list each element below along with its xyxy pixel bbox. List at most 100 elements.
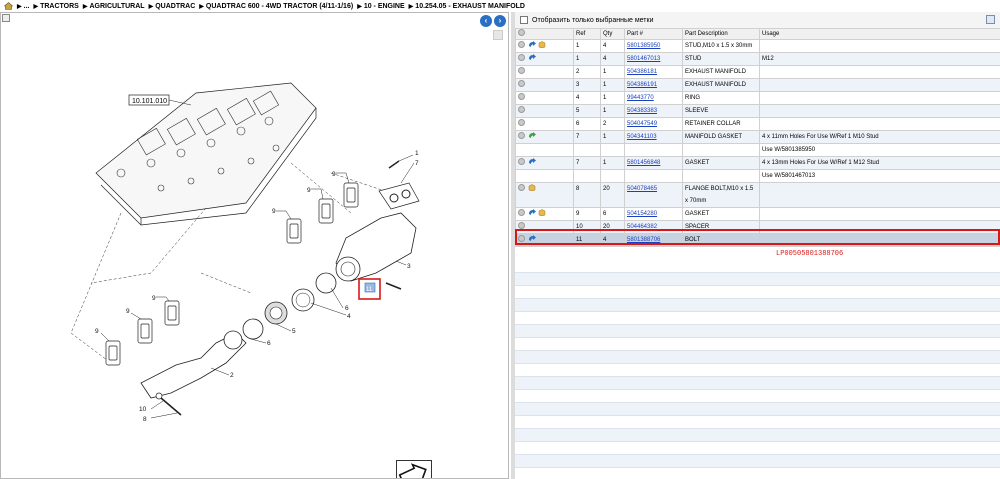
callout-9e[interactable]: 9 xyxy=(126,308,130,315)
part-number-link[interactable]: 5801385950 xyxy=(627,43,660,49)
table-row[interactable]: 10 20 504464382 SPACER xyxy=(515,220,1000,234)
part-number-link[interactable]: 504154280 xyxy=(627,211,657,217)
callout-2[interactable]: 2 xyxy=(230,372,234,379)
select-all-icon[interactable] xyxy=(518,29,525,36)
select-row-icon[interactable] xyxy=(518,209,525,216)
callout-9c[interactable]: 9 xyxy=(272,208,276,215)
row-part-number[interactable]: 504386181 xyxy=(624,65,683,79)
callout-9f[interactable]: 9 xyxy=(95,328,99,335)
breadcrumb-item-model[interactable]: ▶ QUADTRAC 600 - 4WD TRACTOR (4/11-1/16) xyxy=(199,3,353,10)
select-row-icon[interactable] xyxy=(518,41,525,48)
part-number-link[interactable]: 99443770 xyxy=(627,95,654,101)
callout-8[interactable]: 8 xyxy=(143,416,147,423)
header-part-description[interactable]: Part Description xyxy=(682,28,760,40)
callout-10[interactable]: 10 xyxy=(139,406,147,413)
callout-7[interactable]: 7 xyxy=(415,160,419,167)
kit-box-icon[interactable] xyxy=(528,184,536,191)
row-part-number[interactable] xyxy=(624,143,683,157)
show-selected-only-checkbox[interactable] xyxy=(520,16,528,24)
header-part-number[interactable]: Part # xyxy=(624,28,683,40)
table-row[interactable]: Use W/5801385950 xyxy=(515,143,1000,157)
breadcrumb-item-quadtrac[interactable]: ▶ QUADTRAC xyxy=(149,3,196,10)
callout-4[interactable]: 4 xyxy=(347,313,351,320)
table-row[interactable]: 2 1 504386181 EXHAUST MANIFOLD xyxy=(515,65,1000,79)
callout-11[interactable]: 11 xyxy=(366,287,373,293)
table-row[interactable]: 8 20 504078465 FLANGE BOLT,M10 x 1.5 x 70mm xyxy=(515,182,1000,208)
part-number-link[interactable]: 504341103 xyxy=(627,134,657,140)
callout-5[interactable]: 5 xyxy=(292,328,296,335)
callout-1[interactable]: 1 xyxy=(415,150,419,157)
kit-box-icon[interactable] xyxy=(538,209,546,216)
part-number-link[interactable]: 504078465 xyxy=(627,186,657,192)
part-number-link[interactable]: 504464382 xyxy=(627,224,657,230)
row-part-number[interactable]: 504047549 xyxy=(624,117,683,131)
select-row-icon[interactable] xyxy=(518,80,525,87)
select-row-icon[interactable] xyxy=(518,235,525,242)
table-row[interactable]: 5 1 504383383 SLEEVE xyxy=(515,104,1000,118)
callout-6a[interactable]: 6 xyxy=(345,305,349,312)
part-number-link[interactable]: 504383383 xyxy=(627,108,657,114)
replacement-arrow-icon[interactable] xyxy=(528,158,536,165)
row-part-number[interactable]: 99443770 xyxy=(624,91,683,105)
callout-9b[interactable]: 9 xyxy=(307,187,311,194)
replacement-arrow-icon[interactable] xyxy=(528,54,536,61)
new-part-arrow-icon[interactable] xyxy=(528,132,536,139)
part-number-link[interactable]: 5801388706 xyxy=(627,237,660,243)
select-row-icon[interactable] xyxy=(518,222,525,229)
row-part-number[interactable]: 5801388706 xyxy=(624,233,683,247)
table-row[interactable]: 7 1 5801456848 GASKET 4 x 13mm Holes For Use… xyxy=(515,156,1000,170)
callout-6b[interactable]: 6 xyxy=(267,340,271,347)
table-row[interactable]: 9 6 504154280 GASKET xyxy=(515,207,1000,221)
replacement-arrow-icon[interactable] xyxy=(528,235,536,242)
breadcrumb-item-engine[interactable]: ▶ 10 - ENGINE xyxy=(357,3,404,10)
callout-9d[interactable]: 9 xyxy=(152,295,156,302)
table-row[interactable]: 3 1 504386191 EXHAUST MANIFOLD xyxy=(515,78,1000,92)
table-row[interactable]: 1 4 5801467013 STUD M12 xyxy=(515,52,1000,66)
row-part-number[interactable]: 504464382 xyxy=(624,220,683,234)
select-row-icon[interactable] xyxy=(518,54,525,61)
callout-3[interactable]: 3 xyxy=(407,263,411,270)
table-row[interactable]: 4 1 99443770 RING xyxy=(515,91,1000,105)
row-part-number[interactable] xyxy=(624,169,683,183)
select-row-icon[interactable] xyxy=(518,158,525,165)
part-number-link[interactable]: 504386181 xyxy=(627,69,657,75)
part-number-link[interactable]: 5801467013 xyxy=(627,56,660,62)
row-part-number[interactable]: 504341103 xyxy=(624,130,683,144)
row-part-number[interactable]: 504383383 xyxy=(624,104,683,118)
table-row[interactable]: 6 2 504047549 RETAINER COLLAR xyxy=(515,117,1000,131)
callout-9a[interactable]: 9 xyxy=(332,171,336,178)
select-row-icon[interactable] xyxy=(518,132,525,139)
row-ref: 7 xyxy=(573,156,601,170)
select-row-icon[interactable] xyxy=(518,106,525,113)
part-number-link[interactable]: 504047549 xyxy=(627,121,657,127)
row-part-number[interactable]: 5801385950 xyxy=(624,39,683,53)
part-number-link[interactable]: 504386191 xyxy=(627,82,657,88)
table-row[interactable]: 7 1 504341103 MANIFOLD GASKET 4 x 11mm Holes… xyxy=(515,130,1000,144)
kit-box-icon[interactable] xyxy=(538,41,546,48)
list-options-icon[interactable] xyxy=(986,15,995,24)
select-row-icon[interactable] xyxy=(518,67,525,74)
header-usage[interactable]: Usage xyxy=(759,28,1000,40)
row-part-number[interactable]: 504386191 xyxy=(624,78,683,92)
export-diagram-button[interactable] xyxy=(396,460,432,478)
row-part-number[interactable]: 504078465 xyxy=(624,182,683,208)
replacement-arrow-icon[interactable] xyxy=(528,41,536,48)
select-row-icon[interactable] xyxy=(518,184,525,191)
select-row-icon[interactable] xyxy=(518,119,525,126)
table-row[interactable]: 1 4 5801385950 STUD,M10 x 1.5 x 30mm xyxy=(515,39,1000,53)
breadcrumb-item-tractors[interactable]: ▶ TRACTORS xyxy=(33,3,78,10)
table-row[interactable]: 11 4 5801388706 BOLT xyxy=(515,233,1000,247)
header-ref[interactable]: Ref xyxy=(573,28,601,40)
row-part-number[interactable]: 5801456848 xyxy=(624,156,683,170)
table-row[interactable]: Use W/5801467013 xyxy=(515,169,1000,183)
row-part-number[interactable]: 504154280 xyxy=(624,207,683,221)
breadcrumb-item-ellipsis[interactable]: ▶... xyxy=(17,3,29,10)
exploded-diagram[interactable]: 10.101.010 1 7 9 9 9 3 6 4 5 6 9 9 2 10 … xyxy=(1,13,509,479)
replacement-arrow-icon[interactable] xyxy=(528,209,536,216)
breadcrumb-item-agricultural[interactable]: ▶ AGRICULTURAL xyxy=(83,3,145,10)
home-icon[interactable] xyxy=(4,2,13,10)
select-row-icon[interactable] xyxy=(518,93,525,100)
part-number-link[interactable]: 5801456848 xyxy=(627,160,660,166)
row-part-number[interactable]: 5801467013 xyxy=(624,52,683,66)
header-qty[interactable]: Qty xyxy=(600,28,625,40)
